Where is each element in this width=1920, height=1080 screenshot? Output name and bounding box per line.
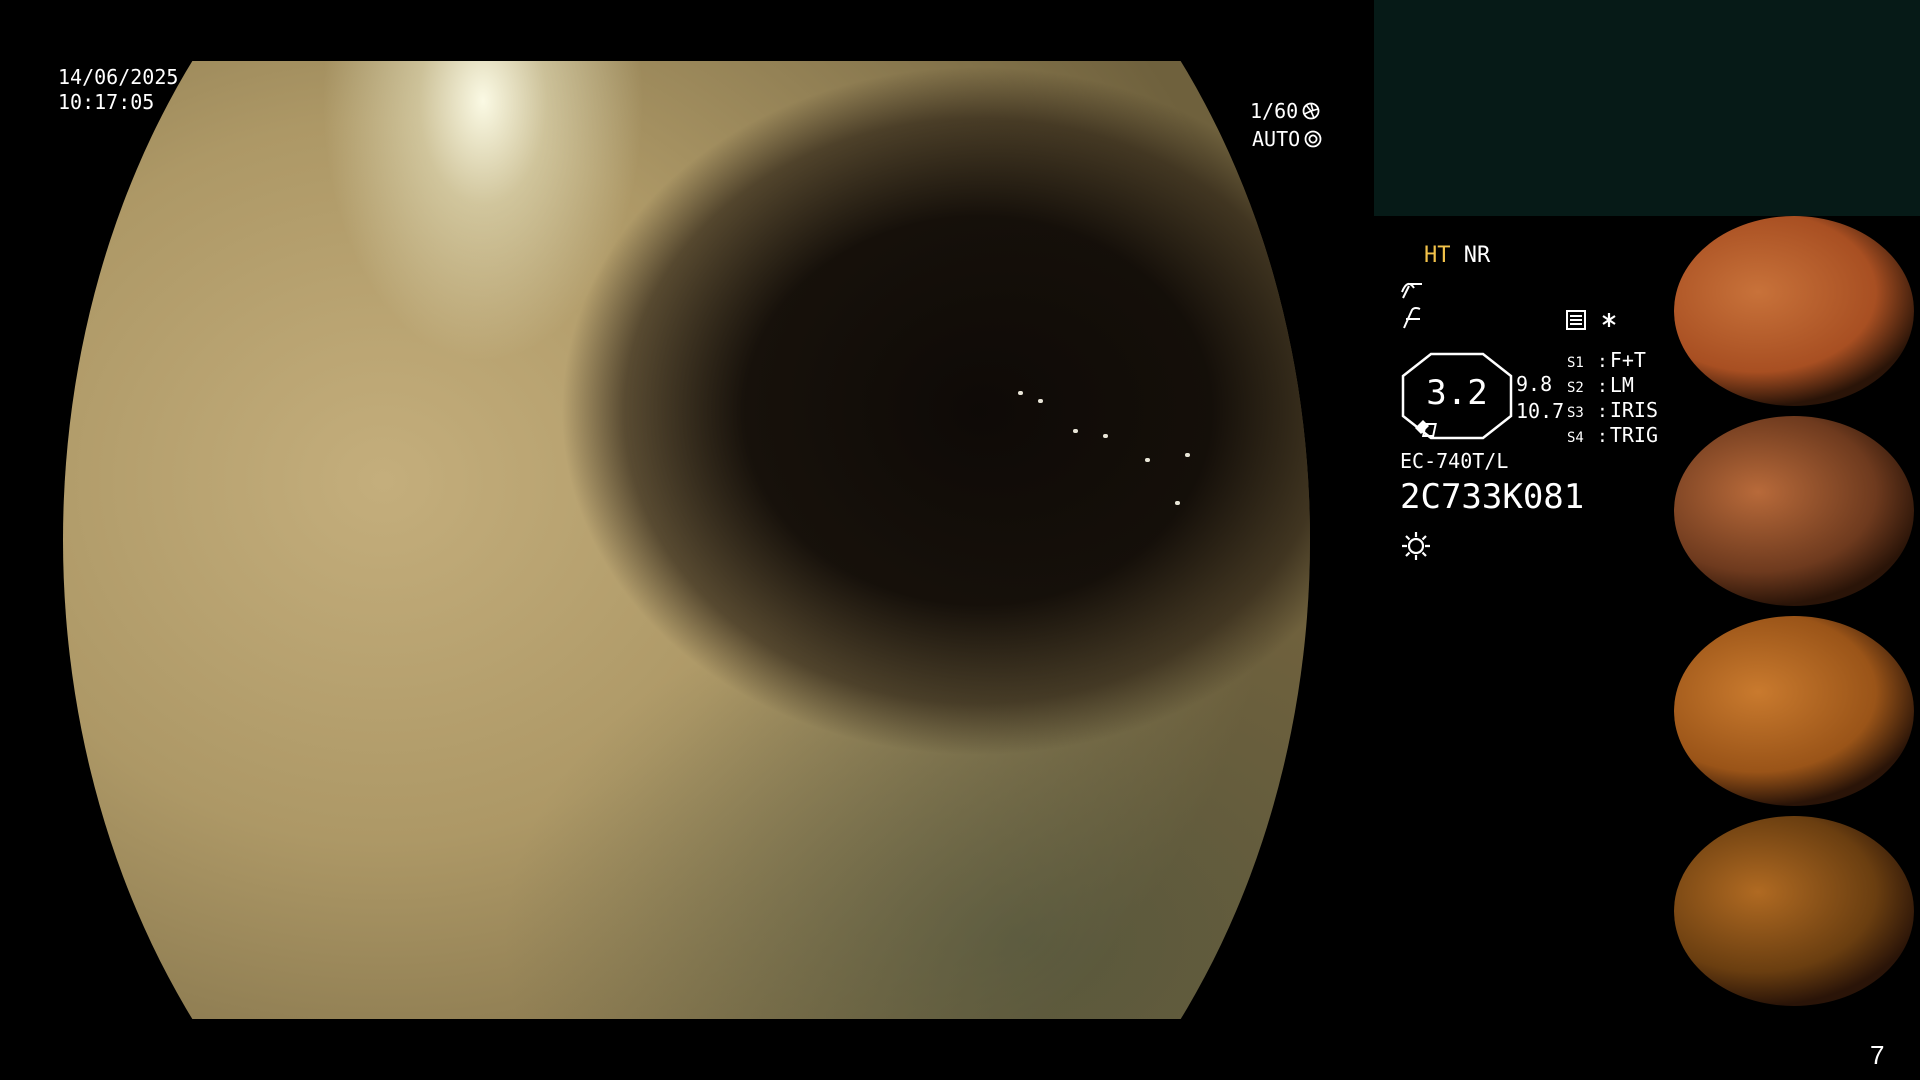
switch-row-s4: S4: TRIG [1567,423,1658,448]
switch-separator: : [1597,376,1608,397]
switch-separator: : [1597,401,1608,422]
switch-key: S4 [1567,430,1584,446]
iris-icon [1304,130,1322,148]
switch-key: S2 [1567,380,1584,396]
settings-list-icon [1566,310,1586,330]
thumbnail-image [1674,816,1914,1006]
shutter-value: 1/60 [1250,99,1299,123]
time-label: 10:17:05 [58,90,155,114]
endoscope-live-view [63,61,1310,1019]
value-bottom: 10.7 [1516,399,1565,423]
thumbnail-image [1674,616,1914,806]
switch-row-s2: S2: LM [1567,373,1658,398]
scope-model: EC-740T/L [1400,449,1509,473]
enhancement-modes: HT NR [1424,243,1490,268]
switch-value: F+T [1609,348,1646,372]
switch-assignments: S1: F+T S2: LM S3: IRIS S4: TRIG [1567,348,1658,448]
switch-value: LM [1609,373,1634,397]
value-top: 9.8 [1516,372,1553,396]
switch-value: IRIS [1609,398,1659,422]
switch-separator: : [1597,351,1608,372]
thumbnail-capture-2[interactable] [1670,416,1916,606]
switch-separator: : [1597,426,1608,447]
contrast-curve-icon [1403,307,1421,329]
asterisk-icon [1602,313,1616,327]
iris-mode-value: AUTO [1252,127,1301,151]
mask-area [1374,0,1920,216]
gamma-curve-icon [1401,282,1422,299]
thumbnail-image [1674,216,1914,406]
switch-value: TRIG [1609,423,1659,447]
switch-row-s1: S1: F+T [1567,348,1658,373]
scope-serial: 2C733K081 [1400,477,1585,517]
page-number: 7 [1870,1040,1885,1070]
thumbnail-capture-4[interactable] [1670,816,1916,1006]
thumbnail-capture-1[interactable] [1670,216,1916,406]
iris-indicator: AUTO [1252,126,1322,152]
switch-row-s3: S3: IRIS [1567,398,1658,423]
zoom-value: 3.2 [1426,373,1488,413]
switch-key: S3 [1567,405,1584,421]
ht-label: HT [1424,243,1451,268]
switch-key: S1 [1567,355,1584,371]
light-source-icon [1402,532,1430,560]
aperture-icon [1302,102,1320,120]
nr-label: NR [1463,243,1491,268]
shutter-indicator: 1/60 [1250,98,1320,124]
thumbnail-image [1674,416,1914,606]
thumbnail-capture-3[interactable] [1670,616,1916,806]
date-label: 14/06/2025 [58,65,179,89]
